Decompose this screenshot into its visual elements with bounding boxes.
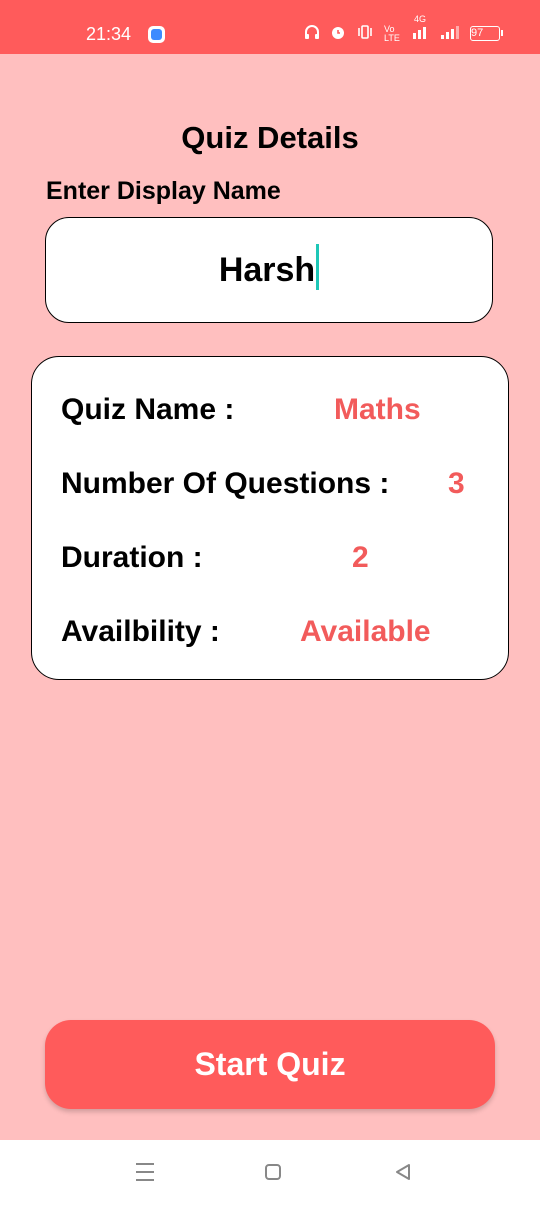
quiz-name-value: Maths [334,393,421,426]
duration-label: Duration : [61,541,203,574]
status-time: 21:34 [86,24,132,44]
display-name-value: Harsh [218,250,316,289]
display-name-input[interactable]: Harsh [45,217,493,323]
availability-value: Available [300,615,431,648]
battery-level: 97 [471,27,484,39]
headphones-icon [304,24,320,43]
network-4g-label: 4G [414,14,427,24]
home-icon[interactable] [265,1164,281,1180]
start-quiz-button[interactable]: Start Quiz [45,1020,495,1109]
question-count-value: 3 [448,467,465,500]
status-bar: 21:34 Vo LTE 4G 97 [0,0,540,54]
navigation-bar [0,1140,540,1206]
vibrate-icon [356,24,374,43]
display-name-label: Enter Display Name [46,177,281,205]
app-notification-icon [148,26,165,43]
battery-icon: 97 [470,26,503,41]
page-title: Quiz Details [181,120,359,155]
volte-icon: Vo LTE [384,23,400,43]
alarm-icon [330,24,346,43]
network-4g-icon: 4G [412,14,430,42]
availability-label: Availbility : [61,615,220,648]
recent-apps-icon[interactable] [136,1163,154,1181]
question-count-label: Number Of Questions : [61,467,390,500]
quiz-details-card: Quiz Name : Maths Number Of Questions : … [31,356,509,680]
text-caret [316,244,320,290]
quiz-name-label: Quiz Name : [61,393,235,426]
back-icon[interactable] [393,1162,413,1187]
signal-icon [440,25,460,42]
status-icons: Vo LTE 4G 97 [304,14,503,43]
duration-value: 2 [352,541,369,574]
